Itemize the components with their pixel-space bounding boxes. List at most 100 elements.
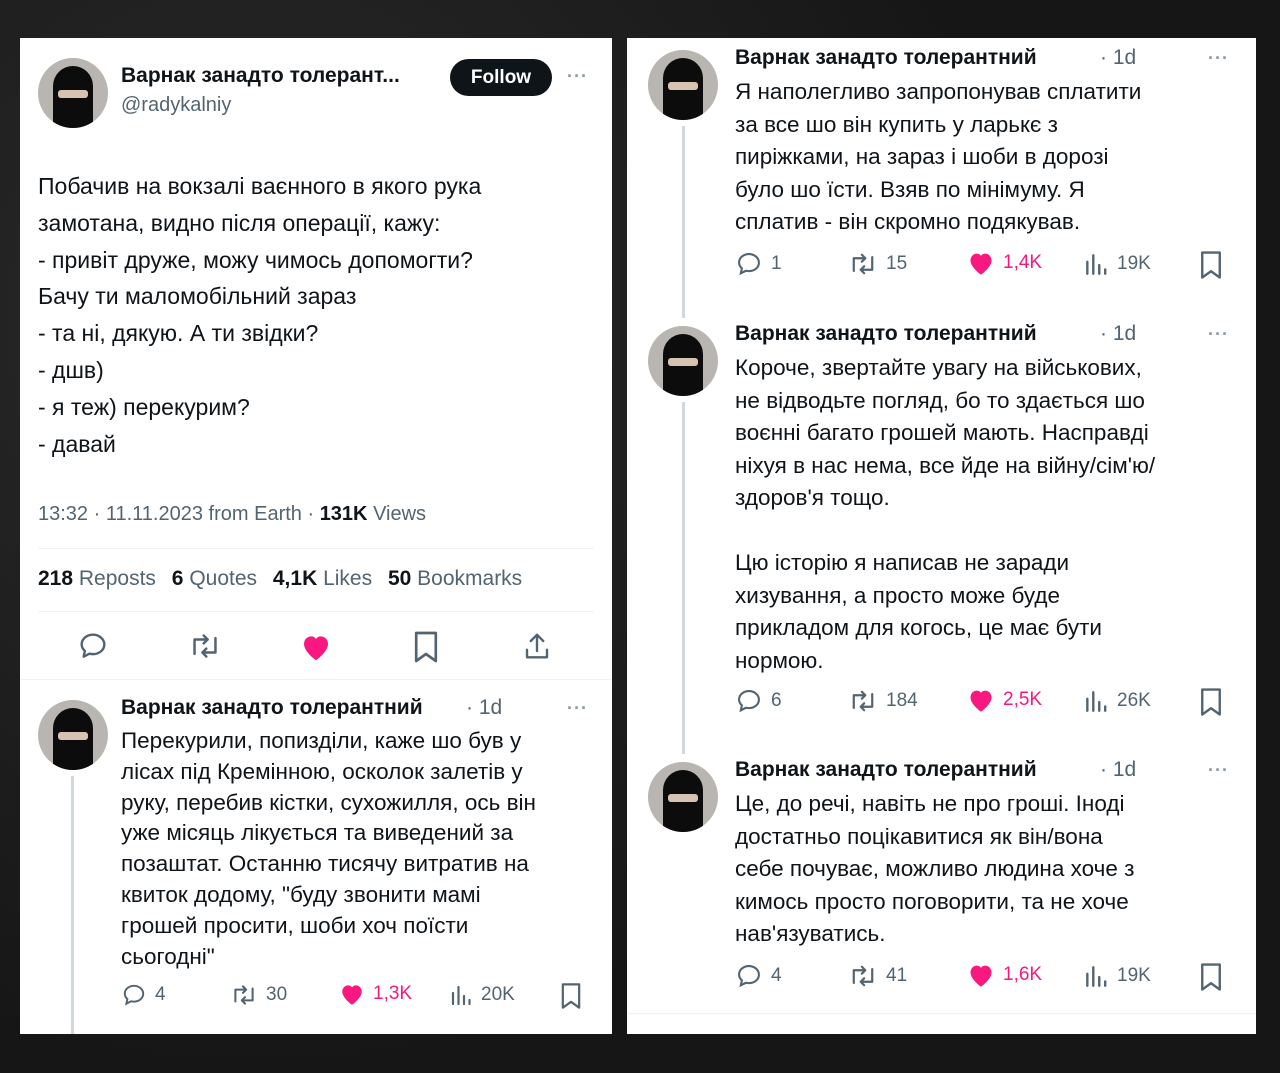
repost-arrows-icon — [852, 690, 874, 712]
repost-action[interactable]: 30 — [230, 982, 287, 1008]
more-options-icon[interactable]: ··· — [567, 698, 588, 719]
divider — [38, 548, 594, 549]
reply-text: Я наполегливо запропонував сплатити за в… — [735, 79, 1142, 234]
bookmark-icon[interactable] — [412, 630, 440, 664]
more-options-icon[interactable]: ··· — [567, 66, 588, 87]
tweet-text: Побачив на вокзалі ваєнного в якого рука… — [38, 173, 482, 457]
reply-avatar[interactable] — [648, 50, 718, 120]
reply-author-name[interactable]: Варнак занадто толерантний — [735, 46, 1037, 70]
tweet-source: from Earth — [208, 503, 302, 525]
reply-action[interactable]: 1 — [735, 250, 782, 278]
divider — [627, 1013, 1256, 1014]
views-action[interactable]: 19K — [1083, 250, 1151, 278]
reply-bubble-icon — [738, 965, 760, 988]
bookmarks-stat[interactable]: 50 Bookmarks — [388, 567, 522, 590]
reply-time[interactable]: · 1d — [466, 696, 502, 720]
repost-count: 41 — [886, 965, 908, 986]
like-action[interactable]: 2,5K — [967, 687, 1042, 713]
share-upload-icon[interactable] — [522, 630, 552, 662]
views-count: 26K — [1117, 690, 1151, 711]
reply-time[interactable]: · 1d — [1100, 758, 1136, 782]
author-name[interactable]: Варнак занадто толерант... — [121, 64, 400, 88]
views-action[interactable]: 20K — [449, 982, 515, 1008]
reply-text: Це, до речі, навіть не про гроші. Іноді … — [735, 791, 1135, 946]
more-options-icon[interactable]: ··· — [1208, 48, 1229, 69]
reply-avatar[interactable] — [38, 700, 108, 770]
like-count: 2,5K — [1003, 689, 1043, 710]
repost-action[interactable]: 184 — [848, 687, 918, 715]
heart-icon — [970, 253, 992, 275]
thread-continuation-panel: Варнак занадто толерантний · 1d ··· Я на… — [627, 38, 1256, 1034]
repost-count: 15 — [886, 253, 908, 274]
bookmark-icon[interactable] — [1198, 687, 1224, 717]
repost-arrows-icon[interactable] — [188, 630, 222, 662]
reply-author-name[interactable]: Варнак занадто толерантний — [121, 696, 423, 720]
like-action[interactable]: 1,4K — [967, 250, 1042, 276]
heart-icon — [970, 965, 992, 987]
reply-count: 6 — [771, 690, 782, 711]
views-bar-chart-icon — [1086, 966, 1107, 987]
bookmark-icon[interactable] — [559, 982, 583, 1010]
reply-avatar[interactable] — [648, 326, 718, 396]
author-avatar[interactable] — [38, 58, 108, 128]
heart-icon — [342, 985, 362, 1005]
reply-action[interactable]: 4 — [121, 982, 166, 1008]
heart-icon — [970, 690, 992, 712]
reply-bubble-icon — [738, 690, 760, 713]
follow-button[interactable]: Follow — [450, 59, 552, 96]
reply-count: 4 — [155, 984, 166, 1005]
views-action[interactable]: 26K — [1083, 687, 1151, 715]
divider — [20, 679, 612, 680]
bookmark-icon[interactable] — [1198, 962, 1224, 992]
reply-bubble-icon[interactable] — [77, 630, 109, 662]
tweet-time[interactable]: 13:32 — [38, 503, 88, 525]
repost-action[interactable]: 15 — [848, 250, 907, 278]
quotes-stat[interactable]: 6 Quotes — [172, 567, 257, 590]
thread-line — [682, 402, 685, 754]
views-count: 19K — [1117, 253, 1151, 274]
reply-count: 4 — [771, 965, 782, 986]
heart-icon[interactable] — [300, 632, 332, 662]
tweet-meta: 13:32 · 11.11.2023 from Earth · 131K Vie… — [38, 503, 427, 525]
views-label: Views — [373, 503, 427, 525]
reply-count: 1 — [771, 253, 782, 274]
repost-arrows-icon — [234, 985, 254, 1005]
tweet-date[interactable]: 11.11.2023 — [106, 503, 203, 525]
thread-line — [682, 126, 685, 318]
reply-bubble-icon — [123, 984, 145, 1006]
views-bar-chart-icon — [1086, 691, 1107, 712]
more-options-icon[interactable]: ··· — [1208, 760, 1229, 781]
repost-arrows-icon — [852, 965, 874, 987]
author-handle[interactable]: @radykalniy — [121, 94, 231, 117]
bookmark-icon[interactable] — [1198, 250, 1224, 280]
repost-action[interactable]: 41 — [848, 962, 907, 990]
reply-time[interactable]: · 1d — [1100, 322, 1136, 346]
like-count: 1,6K — [1003, 964, 1043, 985]
thread-line — [71, 776, 74, 1034]
reply-author-name[interactable]: Варнак занадто толерантний — [735, 322, 1037, 346]
reply-avatar[interactable] — [648, 762, 718, 832]
like-count: 1,4K — [1003, 252, 1043, 273]
reply-bubble-icon — [738, 253, 760, 276]
views-count: 20K — [481, 984, 515, 1005]
views-bar-chart-icon — [1086, 254, 1107, 275]
repost-count: 184 — [886, 690, 918, 711]
reply-time[interactable]: · 1d — [1100, 46, 1136, 70]
reposts-stat[interactable]: 218 Reposts — [38, 567, 156, 590]
repost-count: 30 — [266, 984, 288, 1005]
main-tweet-panel: Варнак занадто толерант... @radykalniy F… — [20, 38, 612, 1034]
like-action[interactable]: 1,3K — [339, 982, 412, 1006]
tweet-stats: 218 Reposts 6 Quotes 4,1K Likes 50 Bookm… — [38, 567, 522, 591]
views-count: 131K — [319, 503, 368, 525]
reply-text: Перекурили, попизділи, каже шо був у ліс… — [121, 728, 536, 969]
more-options-icon[interactable]: ··· — [1208, 324, 1229, 345]
like-count: 1,3K — [373, 983, 413, 1004]
views-action[interactable]: 19K — [1083, 962, 1151, 990]
reply-action[interactable]: 6 — [735, 687, 782, 715]
divider — [38, 611, 594, 612]
reply-author-name[interactable]: Варнак занадто толерантний — [735, 758, 1037, 782]
like-action[interactable]: 1,6K — [967, 962, 1042, 988]
likes-stat[interactable]: 4,1K Likes — [273, 567, 372, 590]
views-bar-chart-icon — [451, 985, 471, 1006]
reply-action[interactable]: 4 — [735, 962, 782, 990]
